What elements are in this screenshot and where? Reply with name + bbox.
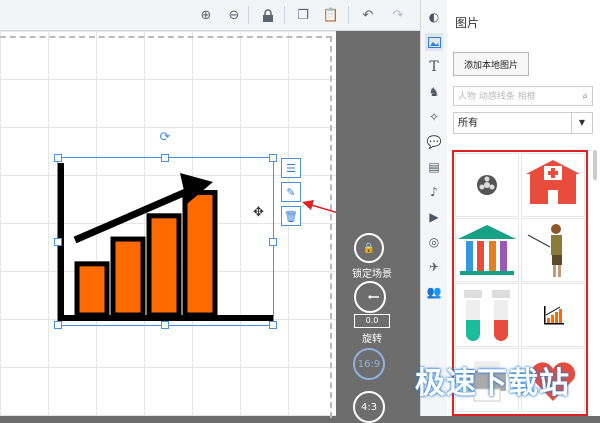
panel-title: 图片 [455,16,480,30]
category-select-value: 所有 [458,118,478,129]
category-select[interactable]: 所有 ▼ [453,112,593,134]
effects-wand-icon[interactable]: ✧ [425,108,443,126]
resize-handle[interactable] [269,321,277,329]
lock-icon[interactable] [258,5,278,25]
rotation-label: 旋转 [362,334,382,345]
move-cursor-icon: ✥ [253,205,264,220]
undo-icon[interactable]: ↶ [358,5,378,25]
presenter-woman-thumbnail[interactable] [521,218,585,282]
lock-scene-icon[interactable]: 🔒 [354,233,384,263]
add-local-image-button[interactable]: 添加本地图片 [453,52,529,76]
zoom-out-icon[interactable]: ⊖ [224,5,244,25]
ratio-16-9-button[interactable]: 16:9 [353,348,385,380]
paste-icon[interactable]: 📋 [321,5,341,25]
hospital-thumbnail[interactable] [521,153,585,217]
people-icon[interactable]: 👥 [425,283,443,301]
toolbar-divider [248,6,249,24]
scene-controls: 🔒 锁定场景 0.0 旋转 16:9 4:3 [336,31,420,423]
image-panel: 图片 添加本地图片 人物 动感线条 相框 ⌕ 所有 ▼ [447,0,600,416]
align-icon[interactable]: ☰ [281,158,301,178]
video-icon[interactable]: ▶ [425,208,443,226]
toolbar-divider [348,6,349,24]
museum-building-thumbnail[interactable] [455,218,519,282]
toolbar-divider [284,6,285,24]
music-icon[interactable]: ♪ [425,183,443,201]
watermark: 极速下载站 [415,366,570,401]
resize-handle[interactable] [54,154,62,162]
top-toolbar: ⊕ ⊖ ❐ 📋 ↶ ↷ [0,0,420,31]
panel-scrollbar[interactable] [593,150,597,180]
selection-box[interactable] [57,157,274,326]
resize-handle[interactable] [54,238,62,246]
redo-icon[interactable]: ↷ [388,5,408,25]
resize-handle[interactable] [161,154,169,162]
resize-handle[interactable] [161,321,169,329]
compass-icon[interactable]: ◎ [425,233,443,251]
resize-handle[interactable] [269,238,277,246]
test-tubes-thumbnail[interactable] [455,283,519,347]
character-icon[interactable]: ♞ [425,83,443,101]
rotation-dial-icon[interactable] [354,281,386,313]
search-icon[interactable]: ⌕ [582,87,588,107]
lock-scene-label: 锁定场景 [352,269,392,280]
resize-handle[interactable] [54,321,62,329]
resize-handle[interactable] [269,154,277,162]
text-icon[interactable]: T [425,58,443,76]
tool-icon-strip: ◐ T ♞ ✧ 💬 ▤ ♪ ▶ ◎ ✈ 👥 [420,0,448,416]
search-input[interactable]: 人物 动感线条 相框 ⌕ [453,86,593,106]
rotate-handle-icon[interactable]: ⟳ [158,131,172,145]
scene-icon[interactable]: ◐ [425,8,443,26]
inbox-icon[interactable]: ▤ [425,158,443,176]
search-placeholder: 人物 动感线条 相框 [458,92,536,102]
rotation-input[interactable]: 0.0 [354,314,390,328]
workspace: ⟳ ✥ ☰ ✎ 🗑 🔒 锁定场景 0.0 旋转 16:9 4:3 [0,31,420,423]
copy-icon[interactable]: ❐ [293,5,313,25]
small-bar-chart-thumbnail[interactable] [521,283,585,347]
zoom-in-icon[interactable]: ⊕ [196,5,216,25]
image-icon[interactable] [425,33,443,51]
bubble-icon[interactable]: 💬 [425,133,443,151]
chevron-down-icon[interactable]: ▼ [571,113,592,133]
ratio-4-3-button[interactable]: 4:3 [353,391,385,423]
film-reel-thumbnail[interactable] [455,153,519,217]
plane-icon[interactable]: ✈ [425,258,443,276]
